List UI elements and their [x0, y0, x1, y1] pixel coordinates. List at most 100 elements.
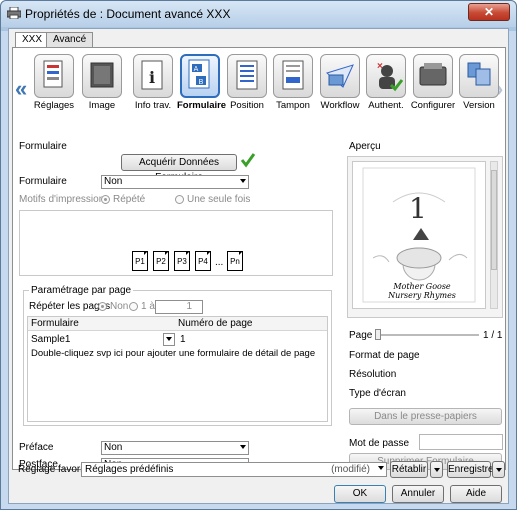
radio-single[interactable]	[175, 195, 184, 204]
page-icon: P4	[195, 251, 211, 271]
printer-icon	[7, 7, 21, 19]
page-format-label: Format de page	[349, 350, 420, 361]
repeat-range-spinner[interactable]: 1	[155, 300, 203, 314]
ok-button[interactable]: OK	[334, 485, 386, 503]
tool-label: Authent.	[368, 100, 404, 111]
page-value: 1 / 1	[483, 330, 503, 341]
repeat-range-value: 1	[186, 301, 192, 312]
form-select-value: Non	[104, 176, 123, 187]
save-button[interactable]: Enregistrer	[447, 461, 497, 478]
tool-label: Tampon	[276, 100, 310, 111]
tool-configurer[interactable]: Configurer	[410, 54, 456, 111]
screen-type-label: Type d'écran	[349, 388, 406, 399]
page-icon: P3	[174, 251, 190, 271]
svg-text:×: ×	[377, 61, 383, 72]
scroll-left-icon[interactable]: «	[15, 76, 27, 102]
add-form-hint[interactable]: Double-cliquez svp ici pour ajouter une …	[31, 348, 315, 359]
feature-toolbar: « » Réglages Image i	[13, 54, 507, 132]
per-page-table: Formulaire Numéro de page Sample1 1 Doub…	[27, 316, 328, 422]
tool-authent[interactable]: × Authent.	[363, 54, 409, 111]
cancel-button[interactable]: Annuler	[392, 485, 444, 503]
favorite-value: Réglages prédéfinis	[85, 464, 174, 475]
radio-repeated[interactable]	[101, 195, 110, 204]
tool-version[interactable]: Version	[456, 54, 502, 111]
password-label: Mot de passe	[349, 438, 410, 449]
radio-repeat-range[interactable]	[129, 302, 138, 311]
position-icon	[227, 54, 267, 98]
workflow-icon	[320, 54, 360, 98]
row-form-dropdown[interactable]	[163, 333, 175, 346]
tab-panel: « » Réglages Image i	[12, 47, 507, 472]
stamp-icon	[273, 54, 313, 98]
svg-text:A: A	[194, 66, 199, 73]
help-button[interactable]: Aide	[450, 485, 502, 503]
reset-dropdown[interactable]	[430, 461, 443, 478]
column-form[interactable]: Formulaire	[31, 318, 79, 329]
preface-select[interactable]: Non	[101, 441, 249, 455]
save-dropdown[interactable]	[492, 461, 505, 478]
ellipsis: ...	[215, 257, 224, 268]
tool-label: Image	[88, 100, 116, 111]
form-select[interactable]: Non	[101, 175, 249, 189]
dialog-client-area: XXX Avancé « » Réglages Image	[8, 28, 509, 504]
column-page-number[interactable]: Numéro de page	[178, 318, 253, 329]
close-button[interactable]: ✕	[468, 3, 510, 21]
page-slider[interactable]	[375, 329, 479, 340]
row-form: Sample1	[31, 334, 71, 345]
copy-to-clipboard-button[interactable]: Dans le presse-papiers	[349, 408, 502, 425]
table-header: Formulaire Numéro de page	[28, 317, 327, 331]
tool-info-trav[interactable]: i Info trav.	[130, 54, 176, 111]
acquire-form-data-button[interactable]: Acquérir Données Formulaire	[121, 154, 237, 183]
favorite-label: Réglage favori	[18, 464, 83, 475]
form-overlay-icon: AB	[180, 54, 220, 98]
svg-text:i: i	[149, 68, 155, 87]
row-page: 1	[180, 334, 186, 345]
form-label: Formulaire	[19, 176, 67, 187]
tool-label: Configurer	[410, 100, 456, 111]
radio-single-label: Une seule fois	[187, 194, 251, 205]
preview-page: 1 Mother Goose Nursery Rhymes	[352, 161, 486, 309]
chevron-down-icon	[496, 468, 502, 472]
radio-repeat-no[interactable]	[98, 302, 107, 311]
svg-text:B: B	[199, 79, 204, 86]
radio-repeat-no-label: Non	[110, 301, 129, 312]
page-slider-thumb[interactable]	[375, 329, 381, 340]
tool-label: Info trav.	[134, 100, 172, 111]
page-icon: P1	[132, 251, 148, 271]
page-sequence-preview: P1 P2 P3 P4 ... Pn	[19, 210, 333, 276]
chevron-down-icon	[240, 445, 246, 449]
preface-label: Préface	[19, 442, 54, 453]
tool-tampon[interactable]: Tampon	[270, 54, 316, 111]
page-icon: P2	[153, 251, 169, 271]
preview-title: Aperçu	[349, 141, 381, 152]
tool-image[interactable]: Image	[79, 54, 125, 111]
resolution-label: Résolution	[349, 369, 397, 380]
window-title: Propriétés de : Document avancé XXX	[25, 7, 231, 21]
page-icon: Pn	[227, 251, 243, 271]
configure-icon	[413, 54, 453, 98]
form-group-title: Formulaire	[19, 141, 67, 152]
chevron-down-icon	[166, 337, 172, 341]
preview-caption-line: Nursery Rhymes	[388, 291, 456, 300]
preview-page-number: 1	[409, 192, 427, 225]
preview-caption-line: Mother Goose	[393, 282, 451, 291]
password-input[interactable]	[419, 434, 503, 450]
tab-avance[interactable]: Avancé	[46, 32, 94, 48]
preview-frame: 1 Mother Goose Nursery Rhymes	[347, 156, 503, 318]
tool-workflow[interactable]: Workflow	[317, 54, 363, 111]
chevron-down-icon	[378, 466, 384, 470]
chevron-down-icon	[434, 468, 440, 472]
radio-repeated-label: Répété	[113, 194, 146, 205]
preview-scrollbar[interactable]	[490, 161, 498, 309]
favorite-select[interactable]: Réglages prédéfinis (modifié)	[81, 462, 387, 477]
radio-repeat-range-label: 1 à	[141, 301, 155, 312]
table-row[interactable]: Sample1 1	[28, 333, 327, 347]
reset-button[interactable]: Rétablir	[390, 461, 428, 478]
tool-formulaire[interactable]: AB Formulaire	[177, 54, 226, 111]
tool-label: Version	[463, 100, 495, 111]
page-label: Page	[349, 330, 373, 341]
tool-reglages[interactable]: Réglages	[31, 54, 77, 111]
print-patterns-label: Motifs d'impression	[19, 194, 105, 205]
scrollbar-thumb[interactable]	[491, 170, 497, 270]
tool-position[interactable]: Position	[224, 54, 270, 111]
